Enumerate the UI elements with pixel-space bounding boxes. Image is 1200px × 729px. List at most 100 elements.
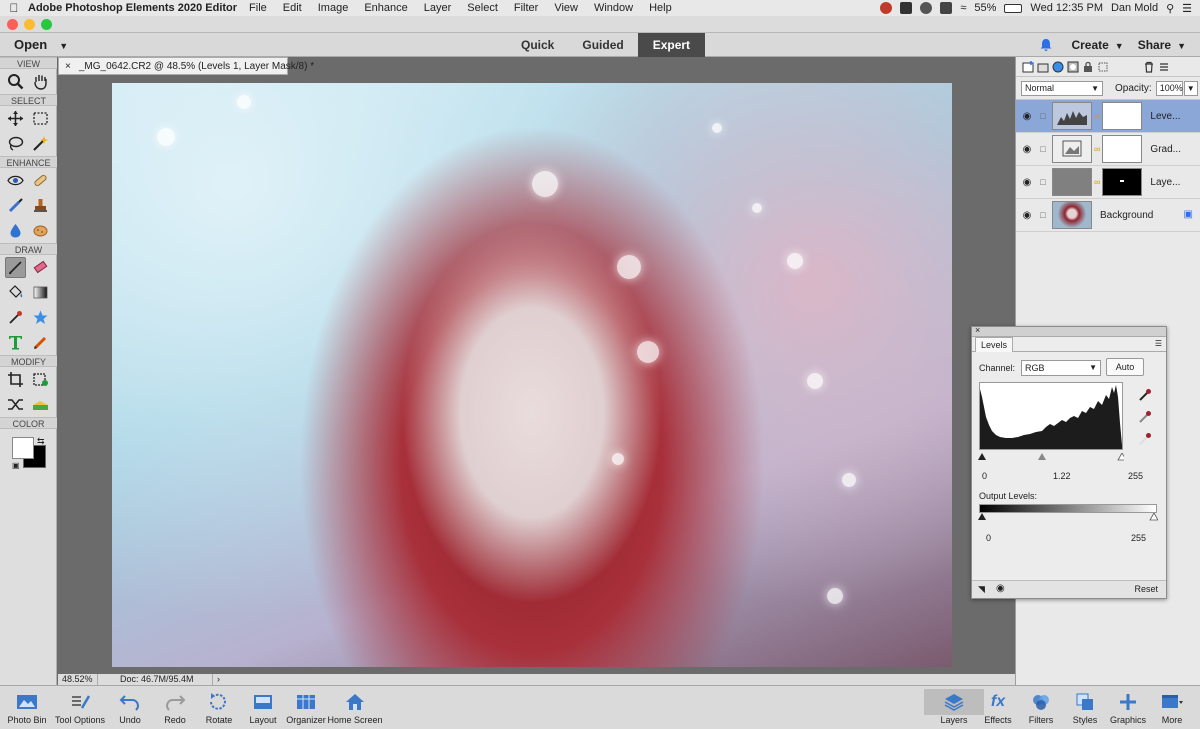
tab-guided[interactable]: Guided <box>568 33 637 57</box>
content-aware-move-tool[interactable] <box>5 394 26 415</box>
output-black-value[interactable]: 0 <box>986 533 991 543</box>
mask-link-icon[interactable]: ∞ <box>1094 177 1100 187</box>
eyedropper-tool[interactable] <box>5 307 26 328</box>
type-tool[interactable] <box>5 332 26 353</box>
input-gamma-value[interactable]: 1.22 <box>1053 471 1071 481</box>
document-tab[interactable]: × _MG_0642.CR2 @ 48.5% (Levels 1, Layer M… <box>58 57 314 75</box>
panel-menu-icon[interactable] <box>1158 61 1170 73</box>
menu-filter[interactable]: Filter <box>514 2 538 14</box>
input-black-handle[interactable] <box>978 453 986 460</box>
visibility-eye-icon[interactable]: ◉ <box>1016 177 1038 188</box>
sync-icon[interactable] <box>920 2 933 14</box>
zoom-tool[interactable] <box>5 71 26 92</box>
photo-bin-button[interactable]: Photo Bin <box>0 689 57 725</box>
channel-select[interactable]: RGB ▼ <box>1021 360 1102 376</box>
brush-tool[interactable] <box>5 257 26 278</box>
lock-icon[interactable] <box>1082 61 1094 73</box>
mask-link-icon[interactable]: ∞ <box>1094 111 1100 121</box>
menu-view[interactable]: View <box>554 2 578 14</box>
input-white-value[interactable]: 255 <box>1128 471 1143 481</box>
close-window-icon[interactable] <box>7 19 18 30</box>
spot-healing-brush-tool[interactable] <box>30 170 51 191</box>
zoom-level[interactable]: 48.52% <box>58 674 98 685</box>
user-name[interactable]: Dan Mold <box>1111 2 1158 14</box>
custom-shape-tool[interactable] <box>30 307 51 328</box>
background-lock-icon[interactable]: ▣ <box>1184 209 1193 220</box>
share-button[interactable]: Share ▼ <box>1138 38 1186 52</box>
battery-percent[interactable]: 55% <box>974 2 996 14</box>
more-button[interactable]: More <box>1142 689 1200 725</box>
person-icon[interactable] <box>940 2 953 14</box>
straighten-tool[interactable] <box>30 394 51 415</box>
layer-mask-thumbnail[interactable] <box>1102 135 1143 163</box>
search-icon[interactable]: ⚲ <box>1166 2 1174 15</box>
menu-select[interactable]: Select <box>467 2 498 14</box>
adjustment-layer-icon[interactable] <box>1052 61 1064 73</box>
input-white-handle[interactable] <box>1117 453 1124 461</box>
apple-menu-icon[interactable]:  <box>0 1 28 15</box>
recompose-tool[interactable] <box>30 369 51 390</box>
menu-help[interactable]: Help <box>649 2 672 14</box>
layer-mask-thumbnail[interactable] <box>1102 102 1143 130</box>
layer-lock-icon[interactable]: □ <box>1038 210 1048 220</box>
menu-layer[interactable]: Layer <box>424 2 452 14</box>
menu-enhance[interactable]: Enhance <box>364 2 407 14</box>
gradient-tool[interactable] <box>30 282 51 303</box>
wifi-icon[interactable]: ≈ <box>960 2 966 14</box>
menu-list-icon[interactable]: ☰ <box>1182 2 1192 15</box>
blend-mode-select[interactable]: Normal ▼ <box>1021 80 1103 96</box>
crop-tool[interactable] <box>5 369 26 390</box>
layer-row-background[interactable]: ◉ □ Background ▣ <box>1016 199 1200 232</box>
layer-row-gradient[interactable]: ◉ □ ∞ Grad... <box>1016 133 1200 166</box>
output-white-handle[interactable] <box>1149 513 1158 521</box>
chevron-right-icon[interactable]: › <box>213 674 220 685</box>
lock-transparency-icon[interactable] <box>1097 61 1109 73</box>
gray-point-eyedropper[interactable] <box>1137 409 1157 431</box>
rectangular-marquee-tool[interactable] <box>30 108 51 129</box>
red-eye-tool[interactable] <box>5 170 26 191</box>
quick-selection-tool[interactable] <box>30 133 51 154</box>
white-point-eyedropper[interactable] <box>1137 431 1157 453</box>
clip-to-layer-icon[interactable]: ◥ <box>978 584 985 595</box>
layer-lock-icon[interactable]: □ <box>1038 144 1048 154</box>
input-gamma-handle[interactable] <box>1038 453 1046 460</box>
smart-brush-tool[interactable] <box>5 195 26 216</box>
foreground-color-swatch[interactable] <box>12 437 34 459</box>
opacity-input[interactable]: 100% <box>1155 80 1183 96</box>
new-group-icon[interactable] <box>1037 61 1049 73</box>
menu-image[interactable]: Image <box>318 2 349 14</box>
black-point-eyedropper[interactable] <box>1137 387 1157 409</box>
tab-quick[interactable]: Quick <box>507 33 568 57</box>
image-canvas[interactable] <box>112 83 952 667</box>
visibility-eye-icon[interactable]: ◉ <box>1016 111 1038 122</box>
bell-icon[interactable] <box>1039 38 1053 52</box>
paint-bucket-tool[interactable] <box>5 282 26 303</box>
home-screen-button[interactable]: Home Screen <box>325 689 385 725</box>
layer-row-levels[interactable]: ◉ □ ∞ Leve... <box>1016 100 1200 133</box>
blur-tool[interactable] <box>5 220 26 241</box>
minimize-window-icon[interactable] <box>24 19 35 30</box>
menu-edit[interactable]: Edit <box>283 2 302 14</box>
clone-stamp-tool[interactable] <box>30 195 51 216</box>
visibility-eye-icon[interactable]: ◉ <box>1016 144 1038 155</box>
opacity-dropdown[interactable]: ▼ <box>1183 80 1198 96</box>
output-black-handle[interactable] <box>978 513 986 520</box>
pencil-tool[interactable] <box>30 332 51 353</box>
new-layer-icon[interactable] <box>1022 60 1034 73</box>
close-icon[interactable]: × <box>975 325 980 335</box>
add-mask-icon[interactable] <box>1067 61 1079 73</box>
visibility-eye-icon[interactable]: ◉ <box>996 583 1005 594</box>
sponge-tool[interactable] <box>30 220 51 241</box>
layer-lock-icon[interactable]: □ <box>1038 111 1048 121</box>
open-button[interactable]: Open ▼ <box>14 37 68 52</box>
tab-levels[interactable]: Levels <box>975 337 1014 352</box>
mask-link-icon[interactable]: ∞ <box>1094 144 1100 154</box>
clock[interactable]: Wed 12:35 PM <box>1030 2 1103 14</box>
reset-button[interactable]: Reset <box>1134 584 1158 594</box>
tab-expert[interactable]: Expert <box>637 33 706 57</box>
hand-tool[interactable] <box>30 71 51 92</box>
menu-window[interactable]: Window <box>594 2 633 14</box>
zoom-window-icon[interactable] <box>41 19 52 30</box>
output-white-value[interactable]: 255 <box>1131 533 1146 543</box>
trash-icon[interactable] <box>1143 61 1155 73</box>
